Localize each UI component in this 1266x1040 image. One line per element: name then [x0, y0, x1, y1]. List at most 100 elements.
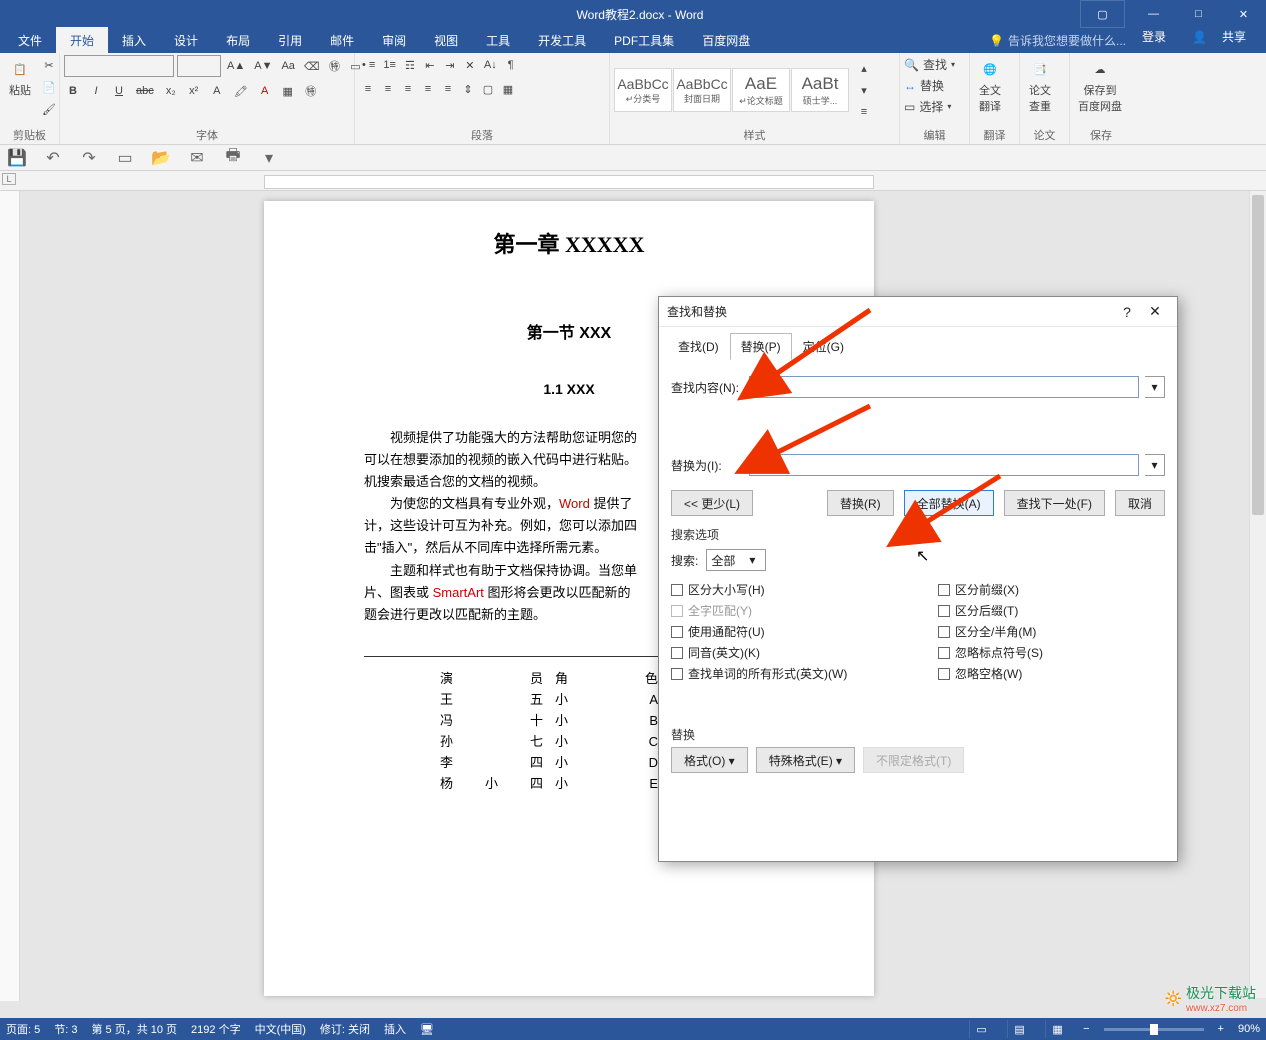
replace-history-dropdown[interactable]: ▾: [1145, 454, 1165, 476]
distribute-button[interactable]: ≡: [439, 79, 457, 99]
qat-undo[interactable]: ↶: [44, 149, 62, 167]
strikethrough-button[interactable]: abc: [133, 81, 157, 101]
find-history-dropdown[interactable]: ▾: [1145, 376, 1165, 398]
special-button[interactable]: 特殊格式(E) ▾: [756, 747, 855, 773]
check-prefix[interactable]: 区分前缀(X): [938, 581, 1165, 598]
qat-new[interactable]: ▭: [116, 149, 134, 167]
qat-mail[interactable]: ✉: [188, 149, 206, 167]
search-direction-select[interactable]: 全部▾: [706, 549, 766, 571]
text-effects-button[interactable]: A: [208, 81, 226, 101]
tell-me-search[interactable]: 💡 告诉我您想要做什么...: [979, 28, 1136, 53]
enclose-circle-button[interactable]: ㊕: [302, 81, 320, 101]
show-marks-button[interactable]: ¶: [502, 55, 520, 75]
status-page[interactable]: 页面: 5: [6, 1021, 40, 1037]
tab-baidu[interactable]: 百度网盘: [688, 27, 764, 53]
tab-references[interactable]: 引用: [264, 27, 316, 53]
subscript-button[interactable]: x₂: [162, 81, 180, 101]
view-print-button[interactable]: ▤: [1007, 1020, 1031, 1038]
style-item-2[interactable]: AaE↵论文标题: [732, 68, 790, 112]
tab-view[interactable]: 视图: [420, 27, 472, 53]
vertical-scrollbar[interactable]: [1249, 191, 1266, 998]
align-center-button[interactable]: ≡: [379, 79, 397, 99]
sort-button[interactable]: A↓: [481, 55, 500, 75]
dialog-tab-replace[interactable]: 替换(P): [730, 333, 792, 360]
check-wildcards[interactable]: 使用通配符(U): [671, 623, 898, 640]
zoom-out-button[interactable]: −: [1083, 1023, 1089, 1035]
shrink-font-button[interactable]: A▼: [251, 56, 275, 76]
style-item-1[interactable]: AaBbCc封面日期: [673, 68, 731, 112]
bullets-button[interactable]: • ≡: [359, 55, 378, 75]
align-right-button[interactable]: ≡: [399, 79, 417, 99]
view-web-button[interactable]: ▦: [1045, 1020, 1069, 1038]
font-size-select[interactable]: [177, 55, 221, 77]
italic-button[interactable]: I: [87, 81, 105, 101]
save-to-cloud-button[interactable]: ☁保存到 百度网盘: [1074, 55, 1126, 116]
phonetic-guide-button[interactable]: ㊕: [326, 56, 344, 76]
decrease-indent-button[interactable]: ⇤: [421, 55, 439, 75]
status-language[interactable]: 中文(中国): [255, 1021, 306, 1037]
qat-more[interactable]: ▾: [260, 149, 278, 167]
dialog-close-button[interactable]: ✕: [1141, 303, 1169, 320]
check-sounds-like[interactable]: 同音(英文)(K): [671, 644, 898, 661]
zoom-in-button[interactable]: +: [1218, 1023, 1224, 1035]
check-width[interactable]: 区分全/半角(M): [938, 623, 1165, 640]
translate-button[interactable]: 🌐全文 翻译: [974, 55, 1006, 116]
vertical-ruler[interactable]: [0, 191, 20, 1001]
find-what-input[interactable]: [749, 376, 1139, 398]
tab-mail[interactable]: 邮件: [316, 27, 368, 53]
highlight-button[interactable]: 🖍: [231, 81, 251, 101]
font-family-select[interactable]: [64, 55, 174, 77]
tab-dev[interactable]: 开发工具: [524, 27, 600, 53]
find-button[interactable]: 🔍查找▾: [904, 55, 965, 74]
justify-button[interactable]: ≡: [419, 79, 437, 99]
numbering-button[interactable]: 1≡: [380, 55, 399, 75]
style-item-0[interactable]: AaBbCc↵分类号: [614, 68, 672, 112]
tab-file[interactable]: 文件: [4, 27, 56, 53]
increase-indent-button[interactable]: ⇥: [441, 55, 459, 75]
styles-gallery[interactable]: AaBbCc↵分类号 AaBbCc封面日期 AaE↵论文标题 AaBt硕士学..…: [614, 68, 849, 112]
tab-design[interactable]: 设计: [160, 27, 212, 53]
style-item-3[interactable]: AaBt硕士学...: [791, 68, 849, 112]
replace-with-input[interactable]: [749, 454, 1139, 476]
tab-insert[interactable]: 插入: [108, 27, 160, 53]
change-case-button[interactable]: Aa: [278, 56, 297, 76]
borders-button[interactable]: ▦: [499, 79, 517, 99]
dialog-tab-goto[interactable]: 定位(G): [792, 333, 855, 360]
replace-button[interactable]: ↔替换: [904, 76, 965, 95]
replace-one-button[interactable]: 替换(R): [827, 490, 894, 516]
view-read-button[interactable]: ▭: [969, 1020, 993, 1038]
shading-button[interactable]: ▢: [479, 79, 497, 99]
plagiarism-button[interactable]: 📑论文 查重: [1024, 55, 1056, 116]
check-word-forms[interactable]: 查找单词的所有形式(英文)(W): [671, 665, 898, 682]
line-spacing-button[interactable]: ⇕: [459, 79, 477, 99]
ruler-corner[interactable]: L: [2, 173, 16, 185]
check-match-case[interactable]: 区分大小写(H): [671, 581, 898, 598]
paste-button[interactable]: 📋 粘贴: [4, 55, 36, 100]
check-ignore-space[interactable]: 忽略空格(W): [938, 665, 1165, 682]
character-shading-button[interactable]: ▦: [279, 81, 297, 101]
qat-redo[interactable]: ↷: [80, 149, 98, 167]
underline-button[interactable]: U: [110, 81, 128, 101]
cancel-button[interactable]: 取消: [1115, 490, 1165, 516]
align-left-button[interactable]: ≡: [359, 79, 377, 99]
tab-tools[interactable]: 工具: [472, 27, 524, 53]
status-pages[interactable]: 第 5 页，共 10 页: [91, 1021, 177, 1037]
horizontal-ruler[interactable]: L: [0, 171, 1266, 191]
asian-layout-button[interactable]: ✕: [461, 55, 479, 75]
status-insert[interactable]: 插入: [384, 1021, 406, 1037]
tab-pdf[interactable]: PDF工具集: [600, 27, 688, 53]
grow-font-button[interactable]: A▲: [224, 56, 248, 76]
status-section[interactable]: 节: 3: [54, 1021, 77, 1037]
find-next-button[interactable]: 查找下一处(F): [1004, 490, 1105, 516]
qat-save[interactable]: 💾: [8, 149, 26, 167]
format-painter-button[interactable]: 🖌: [39, 99, 59, 119]
bold-button[interactable]: B: [64, 81, 82, 101]
share-button[interactable]: 👤共享: [1180, 20, 1258, 53]
superscript-button[interactable]: x²: [185, 81, 203, 101]
zoom-slider[interactable]: [1104, 1028, 1204, 1031]
replace-all-button[interactable]: 全部替换(A): [904, 490, 994, 516]
multilevel-button[interactable]: ☶: [401, 55, 419, 75]
styles-more-button[interactable]: ≡: [855, 102, 873, 122]
login-link[interactable]: 登录: [1136, 20, 1172, 53]
cut-button[interactable]: ✂: [39, 55, 59, 75]
